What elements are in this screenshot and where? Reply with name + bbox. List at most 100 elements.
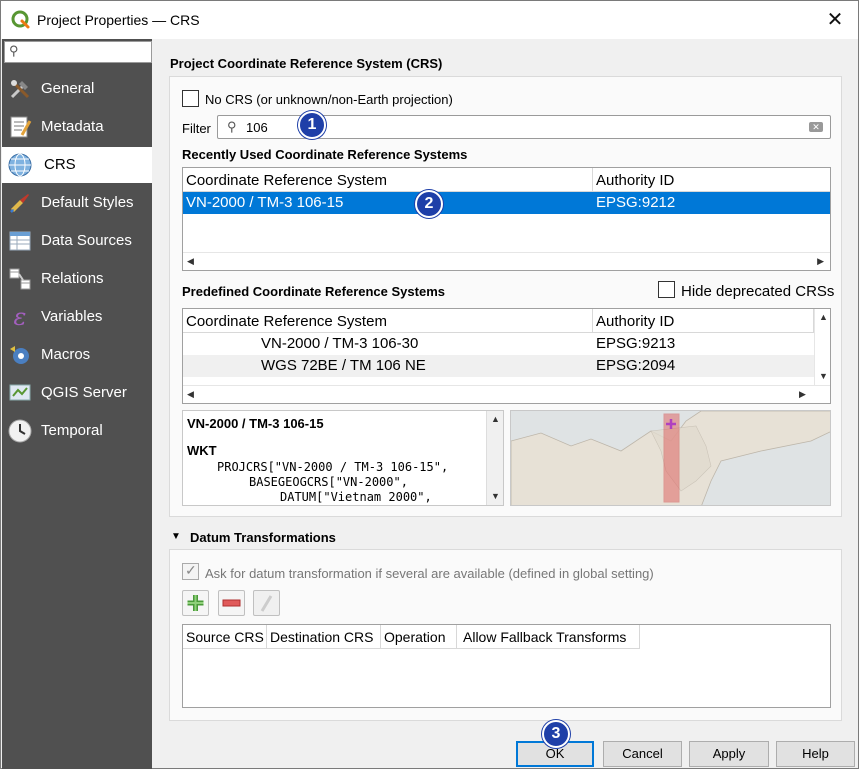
wkt-line: DATUM["Vietnam 2000",	[280, 490, 432, 504]
selected-crs-name: VN-2000 / TM-3 106-15	[187, 416, 324, 431]
column-header-authority-id[interactable]: Authority ID	[593, 309, 814, 333]
apply-button[interactable]: Apply	[689, 741, 769, 767]
datum-transform-table: Source CRS Destination CRS Operation All…	[182, 624, 831, 708]
crs-extent-map	[510, 410, 831, 506]
authority-id-cell: EPSG:2094	[596, 357, 676, 374]
remove-transform-button[interactable]	[218, 590, 245, 616]
sidebar-search-input[interactable]: ⚲	[4, 41, 152, 63]
callout-badge-1: 1	[298, 111, 326, 139]
metadata-icon	[7, 115, 33, 139]
scroll-left-icon[interactable]: ◀	[187, 256, 194, 267]
column-header-operation[interactable]: Operation	[381, 625, 457, 649]
close-button[interactable]: ✕	[812, 1, 858, 39]
recent-crs-table: Coordinate Reference System Authority ID…	[182, 167, 831, 271]
crs-name-cell: VN-2000 / TM-3 106-30	[261, 335, 419, 352]
pencil-icon	[260, 595, 273, 612]
ask-datum-label: Ask for datum transformation if several …	[205, 566, 654, 581]
column-header-crs[interactable]: Coordinate Reference System	[183, 309, 593, 333]
scroll-down-icon[interactable]: ▼	[491, 491, 500, 501]
sidebar-item-qgis-server[interactable]: QGIS Server	[2, 375, 152, 411]
sidebar-item-label: Default Styles	[41, 194, 134, 211]
table-row[interactable]: VN-2000 / TM-3 106-15 EPSG:9212	[183, 192, 830, 214]
vertical-scrollbar[interactable]: ▲ ▼	[814, 309, 830, 385]
ask-datum-checkbox[interactable]: ✓	[182, 562, 199, 580]
crs-section-title: Project Coordinate Reference System (CRS…	[170, 56, 443, 71]
paintbrush-icon	[7, 191, 33, 215]
horizontal-scrollbar[interactable]: ◀ ▶	[183, 252, 830, 270]
help-button[interactable]: Help	[776, 741, 855, 767]
scroll-left-icon[interactable]: ◀	[187, 389, 194, 400]
predefined-crs-title: Predefined Coordinate Reference Systems	[182, 284, 445, 299]
table-row[interactable]: WGS 72BE / TM 106 NE EPSG:2094	[183, 355, 814, 377]
search-icon: ⚲	[9, 43, 19, 58]
sidebar-item-label: Variables	[41, 308, 103, 325]
filter-label: Filter	[182, 121, 211, 136]
sidebar-item-label: QGIS Server	[41, 384, 127, 401]
crs-name-cell: VN-2000 / TM-3 106-15	[186, 194, 344, 211]
sidebar-item-label: Relations	[41, 270, 104, 287]
macros-icon	[7, 343, 33, 367]
crs-details-panel: VN-2000 / TM-3 106-15 WKT PROJCRS["VN-20…	[182, 410, 504, 506]
authority-id-cell: EPSG:9212	[596, 194, 676, 211]
predefined-crs-table: Coordinate Reference System Authority ID…	[182, 308, 831, 404]
horizontal-scrollbar[interactable]: ◀ ▶	[183, 385, 830, 403]
filter-value: 106	[246, 120, 268, 135]
callout-badge-3: 3	[542, 720, 570, 748]
plus-icon	[187, 595, 204, 611]
sidebar-item-macros[interactable]: Macros	[2, 337, 152, 373]
sidebar-item-label: Temporal	[41, 422, 103, 439]
column-header-destination-crs[interactable]: Destination CRS	[267, 625, 381, 649]
scroll-right-icon[interactable]: ▶	[817, 256, 824, 267]
column-header-authority-id[interactable]: Authority ID	[593, 168, 830, 192]
sidebar-item-default-styles[interactable]: Default Styles	[2, 185, 152, 221]
recent-crs-title: Recently Used Coordinate Reference Syste…	[182, 147, 468, 162]
wkt-heading: WKT	[187, 443, 217, 458]
sidebar-item-general[interactable]: General	[2, 71, 152, 107]
crs-name-cell: WGS 72BE / TM 106 NE	[261, 357, 426, 374]
sidebar-item-variables[interactable]: ε Variables	[2, 299, 152, 335]
map-preview	[511, 411, 830, 505]
sidebar-item-metadata[interactable]: Metadata	[2, 109, 152, 145]
window-title: Project Properties — CRS	[37, 12, 200, 28]
sidebar-item-relations[interactable]: Relations	[2, 261, 152, 297]
sidebar-item-data-sources[interactable]: Data Sources	[2, 223, 152, 259]
sidebar-item-label: CRS	[44, 156, 76, 173]
sidebar-item-label: General	[41, 80, 95, 97]
minus-icon	[222, 599, 241, 607]
scroll-up-icon[interactable]: ▲	[819, 312, 828, 322]
cancel-button[interactable]: Cancel	[603, 741, 682, 767]
callout-badge-2: 2	[415, 190, 443, 218]
scroll-down-icon[interactable]: ▼	[819, 371, 828, 381]
variables-icon: ε	[13, 303, 27, 331]
no-crs-checkbox[interactable]	[182, 90, 199, 107]
authority-id-cell: EPSG:9213	[596, 335, 676, 352]
title-bar: Project Properties — CRS ✕	[1, 1, 858, 39]
table-row[interactable]: VN-2000 / TM-3 106-30 EPSG:9213	[183, 333, 814, 355]
wkt-line: BASEGEOGCRS["VN-2000",	[249, 475, 408, 489]
sidebar-item-temporal[interactable]: Temporal	[2, 413, 152, 449]
vertical-scrollbar[interactable]: ▲ ▼	[486, 411, 503, 505]
project-properties-window: Project Properties — CRS ✕ ⚲ General Met…	[0, 0, 859, 769]
column-header-crs[interactable]: Coordinate Reference System	[183, 168, 593, 192]
collapse-arrow-icon[interactable]: ▼	[171, 531, 181, 542]
scroll-up-icon[interactable]: ▲	[491, 414, 500, 424]
qgis-server-icon	[7, 381, 33, 405]
sidebar-item-label: Data Sources	[41, 232, 132, 249]
add-transform-button[interactable]	[182, 590, 209, 616]
hide-deprecated-checkbox[interactable]	[658, 281, 675, 298]
qgis-logo-icon	[11, 10, 30, 29]
scroll-right-icon[interactable]: ▶	[799, 389, 806, 400]
data-sources-icon	[7, 229, 33, 253]
sidebar-item-label: Macros	[41, 346, 91, 363]
hide-deprecated-label: Hide deprecated CRSs	[681, 283, 835, 300]
sidebar-item-crs[interactable]: CRS	[2, 147, 152, 183]
edit-transform-button[interactable]	[253, 590, 280, 616]
clock-icon	[7, 419, 33, 443]
column-header-allow-fallback[interactable]: Allow Fallback Transforms	[457, 625, 640, 649]
clear-filter-icon[interactable]: ✕	[809, 122, 823, 132]
sidebar-item-label: Metadata	[41, 118, 104, 135]
column-header-source-crs[interactable]: Source CRS	[183, 625, 267, 649]
checkmark-icon: ✓	[185, 562, 197, 578]
no-crs-label: No CRS (or unknown/non-Earth projection)	[205, 92, 453, 107]
datum-section-title[interactable]: Datum Transformations	[190, 530, 336, 545]
